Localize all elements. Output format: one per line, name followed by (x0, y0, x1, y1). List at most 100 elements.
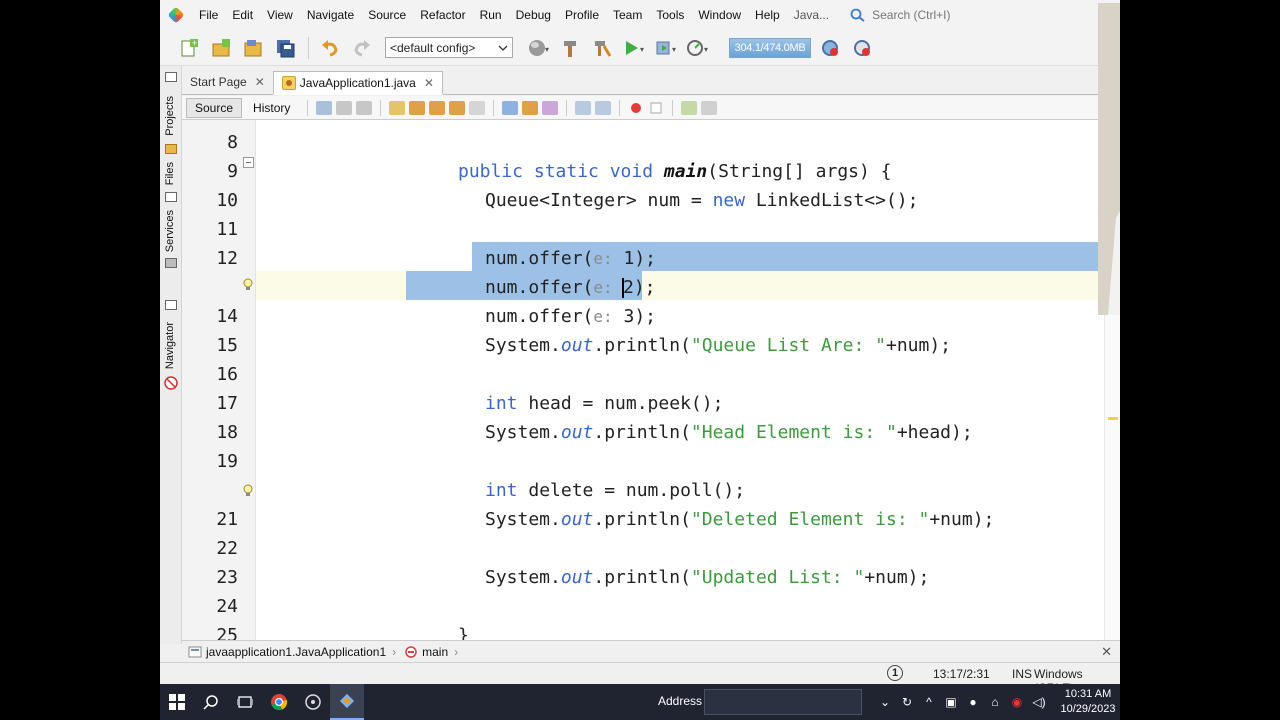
refresh-icon[interactable]: ↻ (896, 684, 918, 720)
code-line: 11 (182, 215, 1120, 244)
menu-window[interactable]: Window (691, 0, 748, 30)
find-selection-icon[interactable] (469, 100, 486, 115)
code-line: 23 System.out.println("Updated List: "+n… (182, 563, 1120, 592)
app-taskbar-button[interactable] (296, 684, 330, 720)
menu-file[interactable]: File (192, 0, 225, 30)
back-icon[interactable] (336, 100, 353, 115)
code-text: System. (485, 509, 561, 530)
toolbar-separator (619, 99, 621, 116)
uncomment-icon[interactable] (701, 100, 718, 115)
next-bookmark-icon[interactable] (522, 100, 539, 115)
menu-source[interactable]: Source (361, 0, 413, 30)
editor-tabs: Start Page ✕ JavaApplication1.java ✕ (182, 70, 1120, 95)
menu-java[interactable]: Java... (787, 0, 836, 30)
new-project-button[interactable] (208, 35, 234, 61)
task-view-button[interactable] (228, 684, 262, 720)
code-text: Queue<Integer> num = (485, 190, 713, 211)
history-tab[interactable]: History (244, 98, 299, 118)
chevron-down-icon[interactable]: ⌄ (874, 684, 896, 720)
open-project-button[interactable] (240, 35, 266, 61)
chevron-down-icon (498, 45, 508, 51)
run-button[interactable]: ▾ (621, 35, 647, 61)
browser-button[interactable]: ▾ (525, 35, 551, 61)
profile-ide-button[interactable] (849, 35, 875, 61)
menu-team[interactable]: Team (606, 0, 649, 30)
code-text: LinkedList<>(); (745, 190, 919, 211)
volume-icon[interactable]: ◁) (1028, 684, 1050, 720)
record-macro-icon[interactable] (628, 101, 644, 115)
services-tab[interactable]: Services (164, 210, 176, 252)
save-all-button[interactable] (272, 35, 298, 61)
menu-tools[interactable]: Tools (649, 0, 691, 30)
new-file-button[interactable]: + (176, 35, 202, 61)
comment-icon[interactable] (681, 100, 698, 115)
microphone-icon[interactable]: ● (962, 684, 984, 720)
start-button[interactable] (160, 684, 194, 720)
toggle-bookmark-icon[interactable] (542, 100, 559, 115)
search-input[interactable]: Search (Ctrl+I) (850, 4, 965, 26)
memory-indicator[interactable]: 304.1/474.0MB (729, 37, 811, 58)
navigator-tab[interactable]: Navigator (164, 322, 176, 369)
find-next-icon[interactable] (429, 100, 446, 115)
last-edit-icon[interactable] (316, 100, 333, 115)
shift-left-icon[interactable] (575, 100, 592, 115)
previous-bookmark-icon[interactable] (502, 100, 519, 115)
netbeans-taskbar-button[interactable] (330, 684, 364, 720)
scroll-warning-marker[interactable] (1108, 417, 1118, 420)
status-bar: 1 13:17/2:31 INS Windows (CRLF) (160, 662, 1120, 695)
find-icon[interactable] (389, 100, 406, 115)
find-previous-icon[interactable] (409, 100, 426, 115)
taskbar-search-button[interactable] (194, 684, 228, 720)
menu-debug[interactable]: Debug (509, 0, 558, 30)
redo-button[interactable] (349, 35, 375, 61)
code-editor[interactable]: 8 9 public static void main(String[] arg… (182, 120, 1120, 640)
tab-start-page[interactable]: Start Page ✕ (182, 70, 273, 94)
new-project-icon (212, 38, 230, 56)
undo-button[interactable] (317, 35, 343, 61)
tab-javaapplication1[interactable]: JavaApplication1.java ✕ (272, 71, 443, 95)
menu-profile[interactable]: Profile (558, 0, 606, 30)
clean-build-button[interactable] (589, 35, 615, 61)
tab-label: Start Page (190, 75, 247, 89)
close-icon[interactable]: ✕ (1101, 644, 1112, 660)
menu-edit[interactable]: Edit (225, 0, 260, 30)
breadcrumb-class[interactable]: javaapplication1.JavaApplication1 › (188, 645, 396, 659)
breadcrumb-method[interactable]: main › (404, 645, 458, 659)
projects-tab[interactable]: Projects (164, 96, 176, 136)
toggle-highlight-icon[interactable] (449, 100, 466, 115)
menu-help[interactable]: Help (748, 0, 787, 30)
code-line: 9 public static void main(String[] args)… (182, 157, 1120, 186)
code-line: 25 } (182, 621, 1120, 640)
line-number: 11 (216, 219, 238, 240)
menu-view[interactable]: View (260, 0, 300, 30)
gc-button[interactable] (817, 35, 843, 61)
profile-button[interactable]: ▾ (685, 35, 711, 61)
close-icon[interactable]: ✕ (255, 75, 265, 89)
chevron-up-icon[interactable]: ^ (918, 684, 940, 720)
build-button[interactable] (557, 35, 583, 61)
code-text: num.offer( (485, 277, 594, 298)
chrome-taskbar-button[interactable] (262, 684, 296, 720)
debug-button[interactable]: ▾ (653, 35, 679, 61)
taskbar-clock[interactable]: 10:31 AM 10/29/2023 (1060, 687, 1116, 717)
menu-run[interactable]: Run (473, 0, 509, 30)
config-select[interactable]: <default config> (385, 37, 513, 58)
menu-refactor[interactable]: Refactor (413, 0, 472, 30)
breadcrumb-method-label: main (422, 644, 449, 659)
forward-icon[interactable] (356, 100, 373, 115)
source-tab[interactable]: Source (186, 97, 243, 118)
notifications-badge[interactable]: 1 (887, 665, 903, 681)
stop-macro-icon[interactable] (648, 101, 664, 115)
files-tab[interactable]: Files (164, 162, 176, 185)
redo-icon (354, 39, 370, 56)
network-icon[interactable]: ⌂ (984, 684, 1006, 720)
menu-navigate[interactable]: Navigate (300, 0, 361, 30)
close-icon[interactable]: ✕ (424, 76, 434, 90)
code-line: 16 (182, 360, 1120, 389)
shift-right-icon[interactable] (595, 100, 612, 115)
app-tray-icon[interactable]: ▣ (940, 684, 962, 720)
address-input[interactable] (704, 689, 862, 715)
windows-taskbar: Address ⌄ ↻ ^ ▣ ● ⌂ ◉ ◁) 10:31 AM 10/29/… (160, 684, 1120, 720)
window-icon (165, 72, 177, 82)
record-icon[interactable]: ◉ (1006, 684, 1028, 720)
